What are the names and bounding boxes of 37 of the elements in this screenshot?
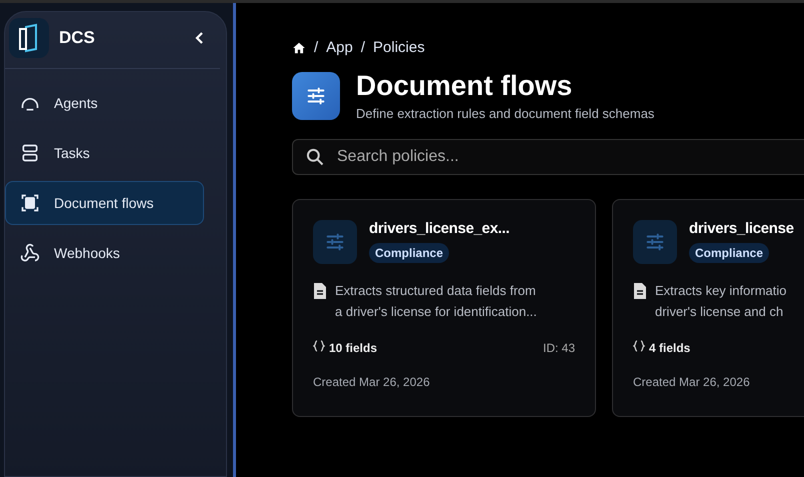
breadcrumb-link[interactable]: Policies	[373, 39, 425, 56]
sidebar-item[interactable]: Tasks	[5, 131, 204, 175]
logo-icon	[9, 18, 49, 58]
page-title: Document flows	[356, 70, 574, 102]
scan-document-icon	[20, 193, 40, 213]
webhook-icon	[20, 243, 40, 263]
page-subtitle: Define extraction rules and document field schemas	[356, 106, 654, 121]
policy-id: ID: 43	[542, 340, 575, 354]
description-line: Extracts structured data fields from	[335, 282, 537, 300]
breadcrumb-separator: /	[360, 39, 366, 56]
sidebar-item[interactable]: Document flows	[5, 181, 204, 225]
search-icon	[305, 147, 325, 167]
breadcrumb-link[interactable]: App	[326, 39, 353, 56]
policy-name: drivers_license_ex...	[369, 220, 510, 237]
rows-icon	[20, 143, 40, 163]
document-icon	[313, 283, 327, 299]
policy-card[interactable]: drivers_license Compliance Extracts key informatio driver's license and ch 4 fields Created Mar 26, 2026	[612, 199, 804, 417]
search-input[interactable]: Search policies...	[335, 147, 804, 167]
policy-name: drivers_license	[689, 220, 794, 237]
description-line: a driver's license for identification...	[335, 303, 537, 321]
search-field[interactable]: Search policies...	[292, 139, 804, 175]
field-count: 4 fields	[649, 340, 690, 354]
category-tag: Compliance	[369, 243, 450, 263]
field-count: 10 fields	[329, 340, 378, 354]
sidebar-item[interactable]: Webhooks	[5, 231, 204, 275]
created-date: Created Mar 26, 2026	[313, 375, 431, 389]
collapse-button[interactable]	[194, 31, 206, 45]
breadcrumb-separator: /	[314, 39, 318, 56]
category-tag: Compliance	[689, 243, 770, 263]
sidebar-item[interactable]: Agents	[5, 81, 204, 125]
home-icon[interactable]	[292, 40, 306, 54]
policy-card[interactable]: drivers_license_ex... Compliance Extracts structured data fields from a driver's license for identification... 10 fields ID: 43 Created Mar 26, 2026	[292, 199, 596, 417]
brand-name: DCS	[59, 28, 96, 48]
description-line: driver's license and ch	[655, 303, 784, 321]
description-line: Extracts key informatio	[655, 282, 786, 300]
document-icon	[633, 283, 647, 299]
created-date: Created Mar 26, 2026	[633, 375, 751, 389]
